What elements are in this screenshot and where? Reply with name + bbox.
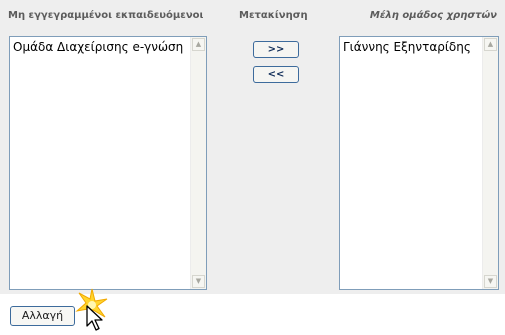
move-right-button[interactable]: >>	[253, 41, 299, 58]
scroll-down-arrow-icon[interactable]: ▼	[192, 275, 205, 288]
scroll-up-arrow-icon[interactable]: ▲	[484, 38, 497, 51]
scroll-down-arrow-icon[interactable]: ▼	[484, 275, 497, 288]
vertical-scrollbar[interactable]: ▲ ▼	[190, 37, 206, 289]
mouse-pointer-icon	[86, 305, 103, 331]
submit-change-button[interactable]: Αλλαγή	[10, 306, 75, 326]
move-left-button[interactable]: <<	[253, 66, 299, 83]
vertical-scrollbar[interactable]: ▲ ▼	[482, 37, 498, 289]
list-item[interactable]: Ομάδα Διαχείρισης e-γνώση	[13, 40, 183, 54]
table-header: Μη εγγεγραμμένοι εκπαιδευόμενοι Μετακίνη…	[0, 0, 505, 29]
header-move: Μετακίνηση	[239, 10, 308, 21]
group-members-listbox[interactable]: Γιάννης Εξηνταρίδης ▲ ▼	[339, 36, 499, 290]
header-group-members: Μέλη ομάδος χρηστών	[369, 10, 497, 21]
not-enrolled-listbox[interactable]: Ομάδα Διαχείρισης e-γνώση ▲ ▼	[9, 36, 207, 290]
list-item[interactable]: Γιάννης Εξηνταρίδης	[343, 40, 475, 54]
header-not-enrolled: Μη εγγεγραμμένοι εκπαιδευόμενοι	[8, 10, 204, 21]
scroll-up-arrow-icon[interactable]: ▲	[192, 38, 205, 51]
